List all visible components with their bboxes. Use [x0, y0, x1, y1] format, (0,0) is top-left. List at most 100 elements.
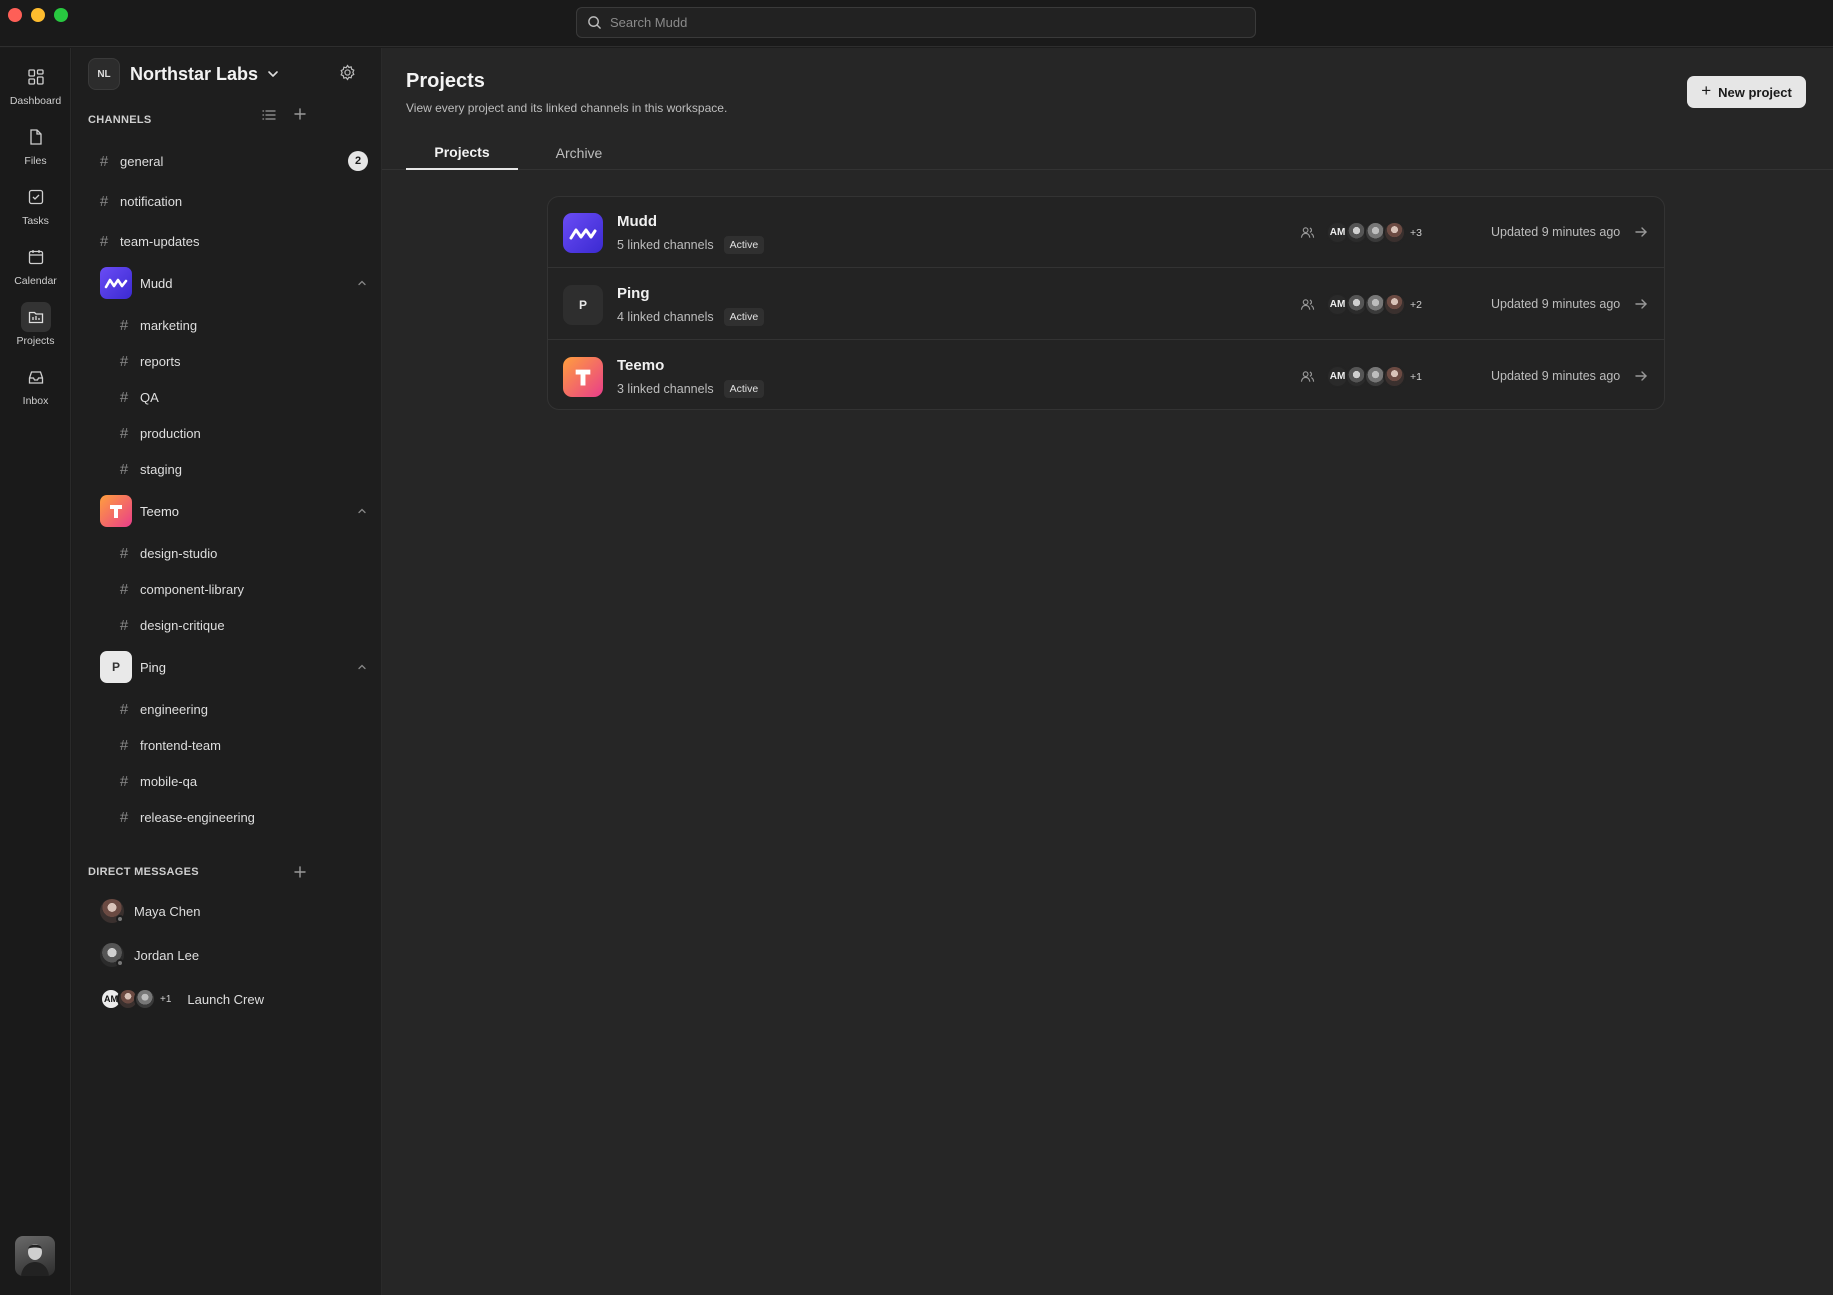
channel-design-studio[interactable]: # design-studio: [106, 538, 368, 568]
search-icon: [588, 16, 601, 29]
list-view-icon[interactable]: [261, 107, 277, 123]
channel-label: reports: [140, 353, 181, 369]
members-icon: [1300, 227, 1315, 238]
status-badge: Active: [723, 380, 765, 398]
rail-item-inbox[interactable]: Inbox: [0, 362, 71, 407]
project-group-label: Teemo: [140, 503, 180, 519]
hash-icon: #: [119, 388, 129, 406]
inbox-icon: [28, 371, 43, 384]
new-project-button[interactable]: + New project: [1687, 76, 1806, 108]
rail-item-tasks[interactable]: Tasks: [0, 182, 71, 227]
chevron-up-icon[interactable]: [356, 277, 368, 289]
channel-team-updates[interactable]: # team-updates: [86, 226, 368, 256]
rail-label: Projects: [16, 335, 55, 347]
chevron-up-icon[interactable]: [356, 661, 368, 673]
project-meta: 3 linked channels Active: [617, 380, 765, 398]
channel-marketing[interactable]: # marketing: [106, 310, 368, 340]
rail-item-calendar[interactable]: Calendar: [0, 242, 71, 287]
arrow-right-icon[interactable]: [1633, 224, 1649, 240]
tab-archive[interactable]: Archive: [532, 135, 626, 170]
project-group-teemo[interactable]: Teemo: [100, 494, 368, 528]
rail-item-files[interactable]: Files: [0, 122, 71, 167]
file-icon: [29, 129, 42, 145]
project-group-ping[interactable]: P Ping: [100, 650, 368, 684]
project-meta: 5 linked channels Active: [617, 236, 765, 254]
channel-label: marketing: [140, 317, 198, 333]
channel-design-critique[interactable]: # design-critique: [106, 610, 368, 640]
hash-icon: #: [119, 772, 129, 790]
channel-label: engineering: [140, 701, 208, 717]
dm-section-label: DIRECT MESSAGES: [88, 866, 199, 878]
member-avatar-stack: AM +2: [1326, 293, 1422, 316]
dm-launch-crew[interactable]: AM +1 Launch Crew: [100, 982, 264, 1016]
add-dm-icon[interactable]: [293, 865, 307, 879]
hash-icon: #: [119, 580, 129, 598]
project-row-teemo[interactable]: Teemo 3 linked channels Active AM +1 Upd…: [548, 341, 1664, 409]
channel-notification[interactable]: # notification: [86, 186, 368, 216]
channel-component-library[interactable]: # component-library: [106, 574, 368, 604]
channel-mobile-qa[interactable]: # mobile-qa: [106, 766, 368, 796]
project-row-ping[interactable]: P Ping 4 linked channels Active AM +2 Up…: [548, 269, 1664, 340]
workspace-switcher[interactable]: NL Northstar Labs: [88, 58, 280, 90]
avatar: [1383, 221, 1406, 244]
title-bar: [0, 0, 1833, 47]
window-close-button[interactable]: [8, 8, 22, 22]
members-icon: [1300, 299, 1315, 310]
channel-label: component-library: [140, 581, 245, 597]
window-minimize-button[interactable]: [31, 8, 45, 22]
mudd-logo: [100, 267, 132, 299]
project-name: Teemo: [617, 357, 665, 374]
window-zoom-button[interactable]: [54, 8, 68, 22]
linked-channels-count: 5 linked channels: [617, 238, 714, 252]
avatar: [1383, 365, 1406, 388]
tab-bar: Projects Archive: [382, 135, 1833, 170]
channel-general[interactable]: # general 2: [86, 146, 368, 176]
search-bar[interactable]: [576, 7, 1256, 38]
presence-dot: [116, 959, 124, 967]
channel-engineering[interactable]: # engineering: [106, 694, 368, 724]
project-group-mudd[interactable]: Mudd: [100, 266, 368, 300]
current-user-avatar[interactable]: [15, 1236, 55, 1276]
chevron-up-icon[interactable]: [356, 505, 368, 517]
presence-dot: [116, 915, 124, 923]
dm-jordan-lee[interactable]: Jordan Lee: [100, 938, 199, 972]
channel-reports[interactable]: # reports: [106, 346, 368, 376]
rail-item-dashboard[interactable]: Dashboard: [0, 62, 71, 107]
rail-item-projects[interactable]: Projects: [0, 302, 71, 347]
channel-frontend-team[interactable]: # frontend-team: [106, 730, 368, 760]
page-subtitle: View every project and its linked channe…: [406, 101, 728, 115]
channel-label: frontend-team: [140, 737, 221, 753]
chevron-down-icon: [268, 71, 278, 77]
updated-timestamp: Updated 9 minutes ago: [1491, 297, 1621, 311]
channels-section-label: CHANNELS: [88, 114, 152, 126]
app-rail: Dashboard Files Tasks Calendar Projects …: [0, 48, 71, 1295]
ping-logo: P: [100, 651, 132, 683]
channel-qa[interactable]: # QA: [106, 382, 368, 412]
extra-member-count: +2: [1410, 298, 1422, 311]
hash-icon: #: [119, 460, 129, 478]
workspace-badge: NL: [88, 58, 120, 90]
dm-name: Launch Crew: [187, 991, 265, 1007]
search-input[interactable]: [610, 15, 1230, 30]
arrow-right-icon[interactable]: [1633, 368, 1649, 384]
calendar-icon: [28, 250, 43, 265]
hash-icon: #: [99, 152, 109, 170]
channel-label: mobile-qa: [140, 773, 198, 789]
dm-maya-chen[interactable]: Maya Chen: [100, 894, 200, 928]
project-row-mudd[interactable]: Mudd 5 linked channels Active AM +3 Upda…: [548, 197, 1664, 268]
add-channel-icon[interactable]: [293, 107, 307, 121]
channel-label: QA: [140, 389, 159, 405]
hash-icon: #: [119, 736, 129, 754]
channel-label: production: [140, 425, 201, 441]
channel-staging[interactable]: # staging: [106, 454, 368, 484]
channel-release-engineering[interactable]: # release-engineering: [106, 802, 368, 832]
gear-icon[interactable]: [339, 64, 356, 81]
channel-production[interactable]: # production: [106, 418, 368, 448]
channel-label: general: [120, 153, 164, 169]
arrow-right-icon[interactable]: [1633, 296, 1649, 312]
status-badge: Active: [723, 236, 765, 254]
hash-icon: #: [99, 192, 109, 210]
hash-icon: #: [119, 544, 129, 562]
tab-projects[interactable]: Projects: [406, 135, 518, 170]
members-icon: [1300, 371, 1315, 382]
